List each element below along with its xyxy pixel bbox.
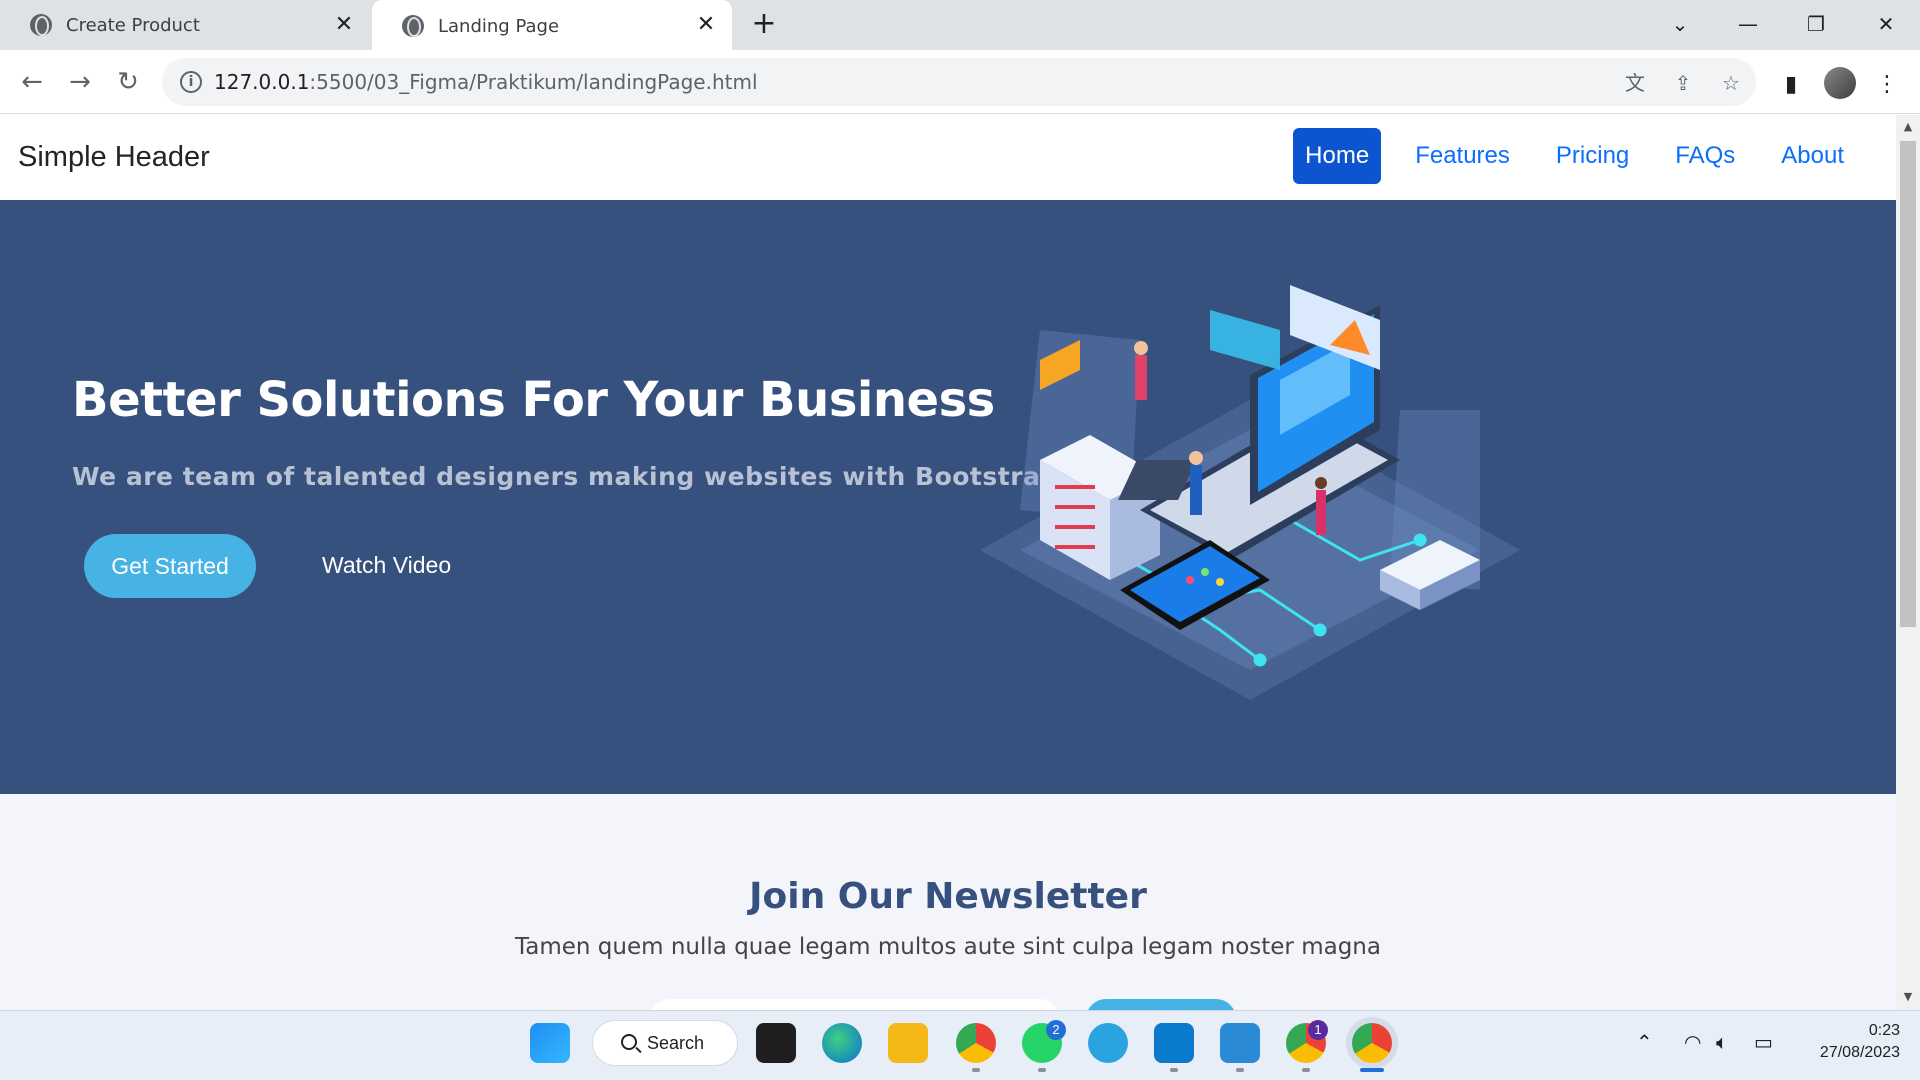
url-field[interactable]: i 127.0.0.1:5500/03_Figma/Praktikum/land… (162, 58, 1756, 106)
forward-icon[interactable]: → (62, 64, 98, 100)
newsletter-subscribe-button[interactable] (1086, 999, 1236, 1010)
page-viewport: Simple Header Home Features Pricing FAQs… (0, 115, 1896, 1010)
clock-time: 0:23 (1868, 1022, 1900, 1039)
translate-icon[interactable]: 文 (1622, 70, 1648, 96)
nav-faqs[interactable]: FAQs (1663, 128, 1747, 184)
url-text: 127.0.0.1:5500/03_Figma/Praktikum/landin… (214, 70, 758, 94)
site-brand[interactable]: Simple Header (18, 141, 210, 174)
scroll-down-icon[interactable]: ▼ (1902, 991, 1914, 1003)
globe-icon (30, 14, 52, 36)
globe-icon (402, 15, 424, 37)
url-path: :5500/03_Figma/Praktikum/landingPage.htm… (309, 70, 758, 94)
tab-create-product[interactable]: Create Product ✕ (0, 0, 370, 50)
minimize-icon[interactable]: — (1728, 6, 1768, 42)
chrome-badge: 1 (1308, 1020, 1328, 1040)
windows-start-icon[interactable] (530, 1023, 570, 1063)
profile-avatar[interactable] (1824, 67, 1856, 99)
hero-section: Better Solutions For Your Business We ar… (0, 200, 1896, 794)
newsletter-text: Tamen quem nulla quae legam multos aute … (515, 934, 1381, 960)
file-explorer-icon[interactable] (888, 1023, 928, 1063)
task-view-icon[interactable] (756, 1023, 796, 1063)
tab-search-chevron-icon[interactable]: ⌄ (1660, 6, 1700, 42)
active-indicator (1360, 1068, 1384, 1072)
volume-icon[interactable]: 🔈︎ (1716, 1030, 1728, 1054)
edge-icon[interactable] (822, 1023, 862, 1063)
nav-home[interactable]: Home (1293, 128, 1382, 184)
close-tab-icon[interactable]: ✕ (332, 13, 356, 37)
scroll-up-icon[interactable]: ▲ (1902, 121, 1914, 133)
tab-label: Create Product (66, 14, 200, 36)
close-window-icon[interactable]: ✕ (1866, 6, 1906, 42)
chrome-icon[interactable] (956, 1023, 996, 1063)
taskbar-search[interactable]: Search (592, 1020, 738, 1066)
telegram-icon[interactable] (1088, 1023, 1128, 1063)
tray-chevron-icon[interactable]: ⌃ (1636, 1030, 1653, 1054)
share-icon[interactable]: ⇪ (1670, 70, 1696, 96)
site-header: Simple Header Home Features Pricing FAQs… (0, 115, 1896, 200)
get-started-button[interactable]: Get Started (84, 534, 256, 598)
tab-landing-page[interactable]: Landing Page ✕ (372, 0, 732, 52)
running-indicator (1302, 1068, 1310, 1072)
url-host: 127.0.0.1 (214, 70, 310, 94)
back-icon[interactable]: ← (14, 64, 50, 100)
site-info-icon[interactable]: i (180, 71, 202, 93)
hero-subtitle: We are team of talented designers making… (72, 462, 1059, 491)
restore-icon[interactable]: ❐ (1796, 6, 1836, 42)
side-panel-icon[interactable]: ▮ (1776, 70, 1806, 100)
bookmark-star-icon[interactable]: ☆ (1718, 70, 1744, 96)
scrollbar-thumb[interactable] (1900, 141, 1916, 627)
menu-kebab-icon[interactable]: ⋮ (1872, 70, 1902, 100)
page-scrollbar[interactable]: ▲ ▼ (1896, 115, 1920, 1010)
new-tab-icon[interactable]: + (748, 8, 780, 40)
hero-illustration (980, 285, 1520, 700)
clock[interactable]: 0:23 27/08/2023 (1790, 1020, 1900, 1064)
watch-video-button[interactable]: Watch Video (322, 552, 451, 579)
running-indicator (1236, 1068, 1244, 1072)
reload-icon[interactable]: ↻ (110, 64, 146, 100)
close-tab-icon[interactable]: ✕ (694, 13, 718, 37)
battery-icon[interactable]: ▭ (1754, 1030, 1773, 1054)
newsletter-title: Join Our Newsletter (749, 876, 1147, 917)
nav-pricing[interactable]: Pricing (1544, 128, 1641, 184)
whatsapp-badge: 2 (1046, 1020, 1066, 1040)
running-indicator (1170, 1068, 1178, 1072)
newsletter-email-input[interactable] (650, 999, 1060, 1010)
nav-about[interactable]: About (1769, 128, 1856, 184)
newsletter-section: Join Our Newsletter Tamen quem nulla qua… (0, 794, 1896, 1010)
tab-label: Landing Page (438, 15, 560, 37)
address-bar: ← → ↻ i 127.0.0.1:5500/03_Figma/Praktiku… (0, 50, 1920, 114)
running-indicator (1038, 1068, 1046, 1072)
clock-date: 27/08/2023 (1819, 1044, 1900, 1061)
nav-features[interactable]: Features (1403, 128, 1522, 184)
main-nav: Home Features Pricing FAQs About (1271, 128, 1856, 184)
wifi-icon[interactable]: ◠ (1684, 1030, 1701, 1054)
hero-title: Better Solutions For Your Business (72, 372, 995, 428)
vscode-icon[interactable] (1154, 1023, 1194, 1063)
running-indicator (972, 1068, 980, 1072)
search-icon (621, 1034, 637, 1050)
tab-bar: Create Product ✕ Landing Page ✕ + ⌄ — ❐ … (0, 0, 1920, 52)
taskbar-search-label: Search (647, 1033, 705, 1053)
notepad-icon[interactable] (1220, 1023, 1260, 1063)
chrome-active-icon[interactable] (1352, 1023, 1392, 1063)
